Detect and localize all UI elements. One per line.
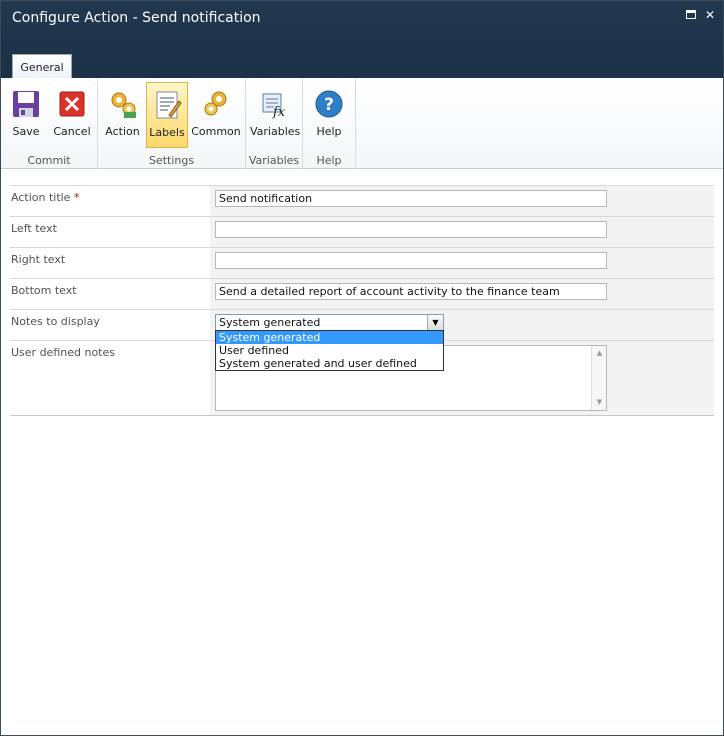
right-text-label: Right text xyxy=(10,248,210,278)
bottom-text-input[interactable]: Send a detailed report of account activi… xyxy=(215,283,607,300)
action-label: Action xyxy=(105,125,140,138)
left-text-label: Left text xyxy=(10,217,210,247)
labels-icon xyxy=(156,91,182,119)
help-button[interactable]: ? Help xyxy=(308,82,350,148)
variables-button[interactable]: fx Variables xyxy=(250,82,300,148)
row-left-text: Left text xyxy=(10,216,714,247)
common-button[interactable]: Common xyxy=(191,82,241,148)
action-title-label: Action title * xyxy=(10,186,210,216)
cancel-icon xyxy=(59,91,85,117)
help-label: Help xyxy=(316,125,342,138)
cancel-button[interactable]: Cancel xyxy=(51,82,93,148)
row-bottom-text: Bottom text Send a detailed report of ac… xyxy=(10,278,714,309)
bottom-text-label: Bottom text xyxy=(10,279,210,309)
common-gears-icon xyxy=(204,91,227,116)
labels-button[interactable]: Labels xyxy=(146,82,188,148)
dropdown-option[interactable]: User defined xyxy=(216,344,443,357)
textarea-scrollbar[interactable]: ▲ ▼ xyxy=(591,346,606,410)
ribbon-group-variables: fx Variables Variables xyxy=(246,78,303,169)
scroll-down-icon[interactable]: ▼ xyxy=(592,395,607,410)
notes-to-display-value: System generated xyxy=(219,316,321,329)
cancel-label: Cancel xyxy=(53,125,91,138)
notes-to-display-select[interactable]: System generated ▼ xyxy=(215,314,444,331)
save-button[interactable]: Save xyxy=(5,82,47,148)
save-label: Save xyxy=(12,125,40,138)
user-defined-notes-label: User defined notes xyxy=(10,341,210,415)
ribbon-group-settings: Action Labels Common Settings xyxy=(98,78,246,169)
form-bottom-divider xyxy=(10,415,714,416)
left-text-input[interactable] xyxy=(215,221,607,238)
commit-group-label: Commit xyxy=(27,154,71,167)
maximize-button[interactable] xyxy=(685,9,697,21)
variables-fx-icon: fx xyxy=(262,93,286,120)
action-gears-icon xyxy=(111,92,136,118)
svg-text:fx: fx xyxy=(272,105,286,120)
dialog-title: Configure Action - Send notification xyxy=(12,10,261,26)
row-action-title: Action title * Send notification xyxy=(10,185,714,216)
close-icon: ✕ xyxy=(704,8,716,22)
notes-to-display-dropdown: System generated User defined System gen… xyxy=(215,330,444,371)
close-button[interactable]: ✕ xyxy=(704,9,716,21)
notes-to-display-label: Notes to display xyxy=(10,310,210,340)
settings-group-label: Settings xyxy=(148,154,195,167)
maximize-icon xyxy=(686,10,696,19)
title-bar: Configure Action - Send notification ✕ G… xyxy=(1,1,723,79)
row-right-text: Right text xyxy=(10,247,714,278)
tab-general[interactable]: General xyxy=(12,54,72,79)
ribbon-group-help: ? Help Help xyxy=(303,78,356,169)
help-icon: ? xyxy=(315,90,343,118)
labels-label: Labels xyxy=(149,126,185,139)
ribbon: Save Cancel Commit Action Labels Common … xyxy=(1,78,723,169)
action-button[interactable]: Action xyxy=(102,82,143,148)
help-group-label: Help xyxy=(316,154,342,167)
chevron-down-icon[interactable]: ▼ xyxy=(427,315,443,330)
common-label: Common xyxy=(191,125,241,138)
configure-action-dialog: Configure Action - Send notification ✕ G… xyxy=(0,0,724,736)
action-title-input[interactable]: Send notification xyxy=(215,190,607,207)
right-text-input[interactable] xyxy=(215,252,607,269)
required-marker: * xyxy=(73,191,80,204)
svg-text:?: ? xyxy=(324,95,334,115)
save-icon xyxy=(13,91,39,117)
dropdown-option[interactable]: System generated and user defined xyxy=(216,357,443,370)
variables-label: Variables xyxy=(250,125,301,138)
ribbon-group-commit: Save Cancel Commit xyxy=(1,78,98,169)
variables-group-label: Variables xyxy=(248,154,300,167)
dropdown-option[interactable]: System generated xyxy=(216,331,443,344)
scroll-up-icon[interactable]: ▲ xyxy=(592,346,607,361)
